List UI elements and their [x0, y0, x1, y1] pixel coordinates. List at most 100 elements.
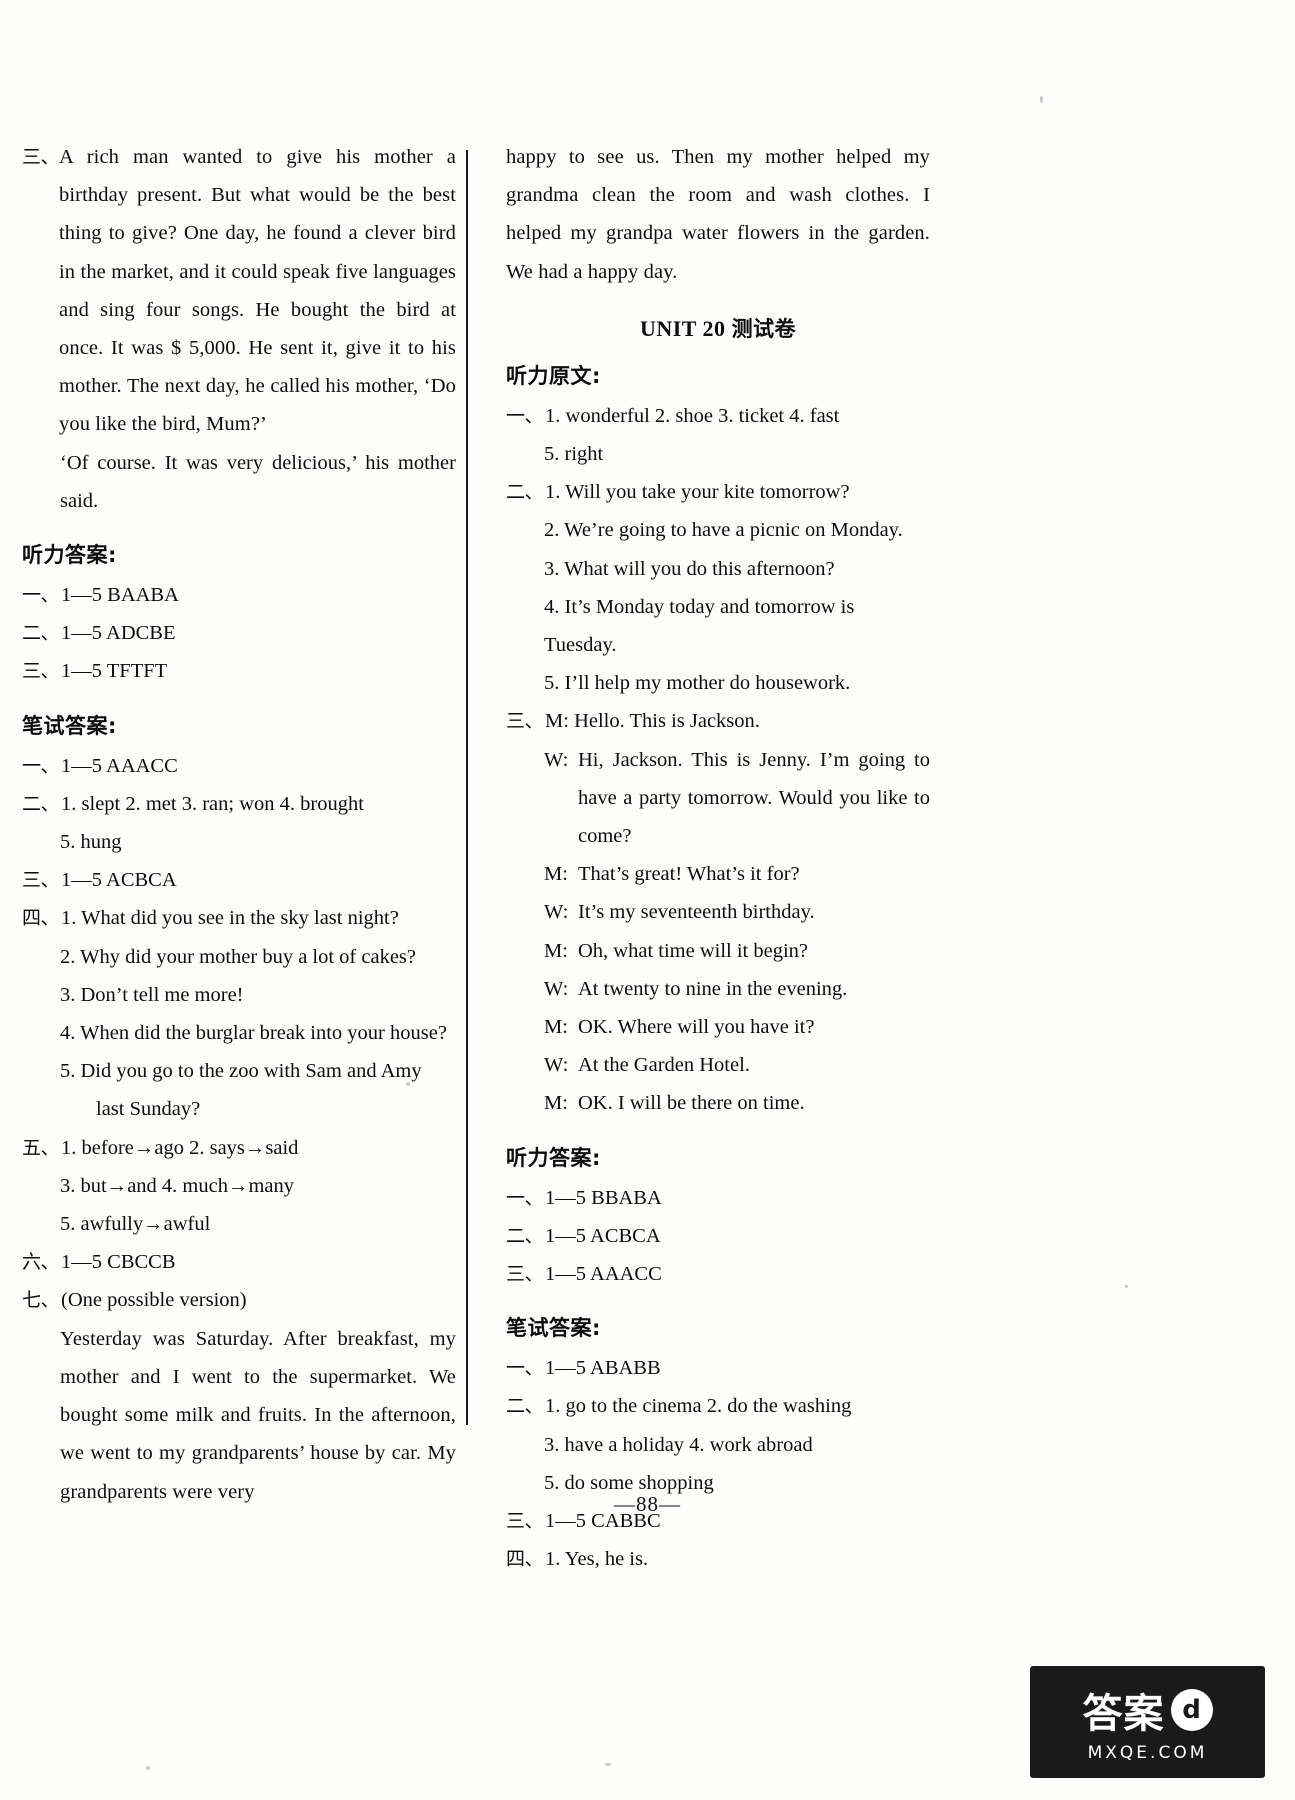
written-answer-row-1: 一、 1—5 AAACC — [22, 747, 456, 785]
dialogue-speaker: M: — [544, 1016, 568, 1039]
answer-text: 1—5 BBABA — [545, 1186, 662, 1209]
dialogue-line: W: At the Garden Hotel. — [506, 1046, 930, 1084]
answer-text: 1—5 ACBCA — [61, 869, 177, 892]
answer-marker-three: 三、 — [22, 869, 60, 892]
answer-text: 1. Yes, he is. — [545, 1548, 649, 1571]
dialogue-text: It’s my seventeenth birthday. — [578, 901, 815, 924]
reading-passage-block: 三、 A rich man wanted to give his mother … — [22, 138, 456, 444]
dialogue-text: At the Garden Hotel. — [578, 1054, 750, 1077]
written-answer-row-5: 五、 1. before→ago 2. says→said — [22, 1129, 456, 1167]
dialogue-line: M: Oh, what time will it begin? — [506, 932, 930, 970]
reading-passage-text: A rich man wanted to give his mother a b… — [59, 146, 456, 436]
dialogue-speaker: M: — [544, 1092, 568, 1115]
answer-marker-one: 一、 — [506, 1357, 544, 1380]
answer-marker-six: 六、 — [22, 1251, 60, 1274]
listening-answer-row-3: 三、 1—5 TFTFT — [22, 652, 456, 690]
answer-key-page: 三、 A rich man wanted to give his mother … — [0, 0, 1295, 1800]
unit-title: UNIT 20 测试卷 — [506, 309, 930, 349]
written-answers-heading-unit20: 笔试答案: — [506, 1316, 601, 1341]
dialogue-line: W: It’s my seventeenth birthday. — [506, 893, 930, 931]
written-answer-4-line-6: last Sunday? — [96, 1098, 201, 1121]
answer-text: 1—5 BAABA — [61, 584, 179, 607]
dialogue-speaker: W: — [544, 748, 569, 771]
written-answer-row-4: 四、 1. What did you see in the sky last n… — [22, 899, 456, 937]
dialogue-text: OK. Where will you have it? — [578, 1016, 815, 1039]
answer-marker-three: 三、 — [506, 1263, 544, 1286]
answer-text: 1. go to the cinema 2. do the washing — [545, 1395, 852, 1418]
watermark-subtext: MXQE.COM — [1087, 1743, 1208, 1763]
written-answer-5-line-3: 5. awfully→awful — [60, 1213, 211, 1236]
answer-marker-seven: 七、 — [22, 1289, 60, 1312]
script-part-1-line-2: 5. right — [544, 443, 604, 466]
listening-answer-row-1: 一、 1—5 BBABA — [506, 1179, 930, 1217]
scan-speck — [406, 1082, 410, 1086]
essay-answer-text: Yesterday was Saturday. After breakfast,… — [60, 1327, 456, 1503]
dialogue-line: M: OK. Where will you have it? — [506, 1008, 930, 1046]
dialogue-line: W: Hi, Jackson. This is Jenny. I’m going… — [506, 741, 930, 856]
script-marker-one: 一、 — [506, 404, 544, 427]
written-answer-row-6: 六、 1—5 CBCCB — [22, 1243, 456, 1281]
script-marker-two: 二、 — [506, 481, 544, 504]
script-marker-three: 三、 — [506, 710, 544, 733]
right-column: happy to see us. Then my mother helped m… — [470, 138, 940, 1570]
publisher-watermark: 答案 d MXQE.COM — [1030, 1666, 1265, 1778]
two-column-body: 三、 A rich man wanted to give his mother … — [0, 138, 1295, 1570]
dialogue-text: That’s great! What’s it for? — [578, 863, 800, 886]
dialogue-text: Oh, what time will it begin? — [578, 939, 809, 962]
script-part-3: 三、 M: Hello. This is Jackson. — [506, 702, 930, 740]
dialogue-line: M: Hello. This is Jackson. — [543, 702, 930, 740]
answer-marker-two: 二、 — [506, 1224, 544, 1247]
written-answer-row-7: 七、 (One possible version) — [22, 1281, 456, 1319]
script-part-2: 二、 1. Will you take your kite tomorrow? — [506, 473, 930, 511]
answer-text: 1—5 ABABB — [545, 1357, 661, 1380]
written-answer-row-2-cont: 5. hung — [60, 831, 122, 854]
written-answer-4-line-4: 4. When did the burglar break into your … — [60, 1022, 447, 1045]
answer-marker-two: 二、 — [506, 1395, 544, 1418]
script-text: 1. wonderful 2. shoe 3. ticket 4. fast — [545, 404, 840, 427]
written-answer-row-2: 二、 1. slept 2. met 3. ran; won 4. brough… — [22, 785, 456, 823]
listening-answer-row-3: 三、 1—5 AAACC — [506, 1255, 930, 1293]
watermark-badge-icon: d — [1170, 1689, 1213, 1731]
scan-speck — [605, 1763, 611, 1766]
scan-speck — [1040, 96, 1043, 103]
dialogue-speaker: W: — [544, 977, 569, 1000]
dialogue-text: At twenty to nine in the evening. — [578, 977, 848, 1000]
dialogue-line: W: At twenty to nine in the evening. — [506, 970, 930, 1008]
script-text: 1. Will you take your kite tomorrow? — [545, 481, 850, 504]
dialogue-speaker: M: — [544, 939, 568, 962]
dialogue-text: Hi, Jackson. This is Jenny. I’m going to… — [578, 748, 930, 848]
script-part-1: 一、 1. wonderful 2. shoe 3. ticket 4. fas… — [506, 397, 930, 435]
listening-answer-row-2: 二、 1—5 ACBCA — [506, 1217, 930, 1255]
watermark-row: 答案 d — [1083, 1681, 1213, 1739]
answer-marker-four: 四、 — [22, 907, 60, 930]
unit-title-cn: 测试卷 — [731, 316, 797, 341]
written-answer-row-3: 三、 1—5 ACBCA — [22, 861, 456, 899]
scan-speck — [146, 1766, 150, 1770]
written-answer-row-4: 四、 1. Yes, he is. — [506, 1540, 930, 1578]
answer-marker-four: 四、 — [506, 1548, 544, 1571]
dialogue-line: M: OK. I will be there on time. — [506, 1084, 930, 1122]
answer-marker-one: 一、 — [22, 584, 60, 607]
dialogue-speaker: M: — [545, 710, 569, 733]
reading-passage-continuation: ‘Of course. It was very delicious,’ his … — [60, 451, 456, 512]
answer-text: 1—5 TFTFT — [61, 660, 168, 683]
dialogue-speaker: W: — [544, 901, 569, 924]
listening-answer-row-1: 一、 1—5 BAABA — [22, 576, 456, 614]
answer-text: 1—5 ACBCA — [545, 1224, 661, 1247]
written-answers-heading: 笔试答案: — [22, 713, 117, 738]
written-answer-row-1: 一、 1—5 ABABB — [506, 1349, 930, 1387]
answer-marker-five: 五、 — [22, 1136, 60, 1159]
answer-text: 1. before→ago 2. says→said — [61, 1136, 299, 1159]
scan-speck — [1125, 1285, 1128, 1288]
written-answer-4-line-2: 2. Why did your mother buy a lot of cake… — [60, 945, 417, 968]
written-answer-4-line-5: 5. Did you go to the zoo with Sam and Am… — [60, 1060, 422, 1083]
written-answer-2-line-2: 3. have a holiday 4. work abroad — [544, 1433, 813, 1456]
written-answer-5-line-2: 3. but→and 4. much→many — [60, 1174, 295, 1197]
answer-marker-two: 二、 — [22, 622, 60, 645]
listening-script-heading: 听力原文: — [506, 363, 601, 388]
answer-text: 1—5 AAACC — [545, 1263, 662, 1286]
listening-answers-heading-unit20: 听力答案: — [506, 1145, 601, 1170]
